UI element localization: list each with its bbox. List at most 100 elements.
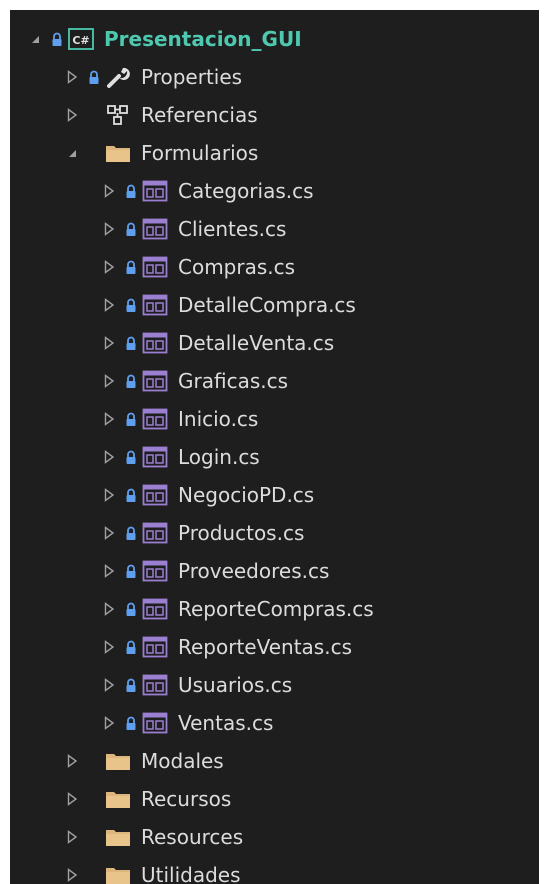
- lock-icon: [124, 221, 138, 237]
- lock-icon: [87, 69, 101, 85]
- tree-item-form-file[interactable]: Categorias.cs: [10, 172, 539, 210]
- collapsed-arrow-icon[interactable]: [65, 792, 79, 806]
- collapsed-arrow-icon[interactable]: [65, 70, 79, 84]
- tree-item-label: ReporteVentas.cs: [178, 635, 353, 659]
- tree-item-project[interactable]: C# Presentacion_GUI: [10, 20, 539, 58]
- tree-item-form-file[interactable]: Usuarios.cs: [10, 666, 539, 704]
- form-icon: [142, 635, 168, 659]
- collapsed-arrow-icon[interactable]: [65, 754, 79, 768]
- form-icon: [142, 597, 168, 621]
- tree-item-form-file[interactable]: Inicio.cs: [10, 400, 539, 438]
- tree-item-referencias[interactable]: Referencias: [10, 96, 539, 134]
- lock-icon: [124, 373, 138, 389]
- lock-icon: [124, 487, 138, 503]
- folder-icon: [105, 787, 131, 811]
- svg-text:C#: C#: [72, 34, 89, 47]
- collapsed-arrow-icon[interactable]: [102, 374, 116, 388]
- csharp-project-icon: C#: [68, 27, 94, 51]
- lock-icon: [124, 525, 138, 541]
- tree-item-label: Productos.cs: [178, 521, 305, 545]
- tree-item-folder-utilidades[interactable]: Utilidades: [10, 856, 539, 884]
- lock-icon: [124, 715, 138, 731]
- tree-item-form-file[interactable]: NegocioPD.cs: [10, 476, 539, 514]
- tree-item-label: Modales: [141, 749, 224, 773]
- collapsed-arrow-icon[interactable]: [102, 602, 116, 616]
- tree-item-form-file[interactable]: Productos.cs: [10, 514, 539, 552]
- tree-item-label: Recursos: [141, 787, 232, 811]
- tree-item-label: Categorias.cs: [178, 179, 314, 203]
- tree-item-form-file[interactable]: Graficas.cs: [10, 362, 539, 400]
- form-icon: [142, 179, 168, 203]
- lock-icon: [124, 297, 138, 313]
- collapsed-arrow-icon[interactable]: [102, 222, 116, 236]
- tree-item-folder-recursos[interactable]: Recursos: [10, 780, 539, 818]
- tree-item-form-file[interactable]: Compras.cs: [10, 248, 539, 286]
- collapsed-arrow-icon[interactable]: [102, 640, 116, 654]
- collapsed-arrow-icon[interactable]: [102, 412, 116, 426]
- lock-icon: [124, 563, 138, 579]
- collapsed-arrow-icon[interactable]: [102, 260, 116, 274]
- tree-item-formularios[interactable]: Formularios: [10, 134, 539, 172]
- tree-item-folder-modales[interactable]: Modales: [10, 742, 539, 780]
- lock-icon: [124, 449, 138, 465]
- collapsed-arrow-icon[interactable]: [102, 526, 116, 540]
- tree-item-folder-resources[interactable]: Resources: [10, 818, 539, 856]
- form-icon: [142, 711, 168, 735]
- tree-item-form-file[interactable]: DetalleCompra.cs: [10, 286, 539, 324]
- form-icon: [142, 559, 168, 583]
- tree-item-label: Clientes.cs: [178, 217, 287, 241]
- form-icon: [142, 217, 168, 241]
- lock-icon: [124, 677, 138, 693]
- lock-icon: [124, 183, 138, 199]
- collapsed-arrow-icon[interactable]: [102, 716, 116, 730]
- folder-icon: [105, 141, 131, 165]
- folder-icon: [105, 863, 131, 884]
- folder-icon: [105, 825, 131, 849]
- form-icon: [142, 407, 168, 431]
- tree-item-label: Properties: [141, 65, 243, 89]
- tree-item-form-file[interactable]: Clientes.cs: [10, 210, 539, 248]
- references-icon: [105, 103, 131, 127]
- lock-icon: [124, 639, 138, 655]
- tree-item-form-file[interactable]: ReporteVentas.cs: [10, 628, 539, 666]
- tree-item-label: Utilidades: [141, 863, 241, 884]
- collapsed-arrow-icon[interactable]: [102, 488, 116, 502]
- collapsed-arrow-icon[interactable]: [65, 108, 79, 122]
- form-icon: [142, 255, 168, 279]
- tree-item-label: Formularios: [141, 141, 259, 165]
- collapsed-arrow-icon[interactable]: [65, 830, 79, 844]
- form-icon: [142, 483, 168, 507]
- tree-item-label: Compras.cs: [178, 255, 296, 279]
- tree-item-label: Graficas.cs: [178, 369, 289, 393]
- tree-item-form-file[interactable]: ReporteCompras.cs: [10, 590, 539, 628]
- collapsed-arrow-icon[interactable]: [102, 336, 116, 350]
- tree-item-form-file[interactable]: Proveedores.cs: [10, 552, 539, 590]
- tree-item-label: Usuarios.cs: [178, 673, 293, 697]
- collapsed-arrow-icon[interactable]: [65, 868, 79, 882]
- form-icon: [142, 445, 168, 469]
- lock-icon: [124, 259, 138, 275]
- collapsed-arrow-icon[interactable]: [102, 450, 116, 464]
- lock-icon: [124, 335, 138, 351]
- lock-icon: [50, 31, 64, 47]
- expanded-arrow-icon[interactable]: [28, 32, 42, 46]
- collapsed-arrow-icon[interactable]: [102, 298, 116, 312]
- tree-item-label: Login.cs: [178, 445, 260, 469]
- tree-item-form-file[interactable]: Ventas.cs: [10, 704, 539, 742]
- form-icon: [142, 331, 168, 355]
- collapsed-arrow-icon[interactable]: [102, 184, 116, 198]
- tree-item-form-file[interactable]: Login.cs: [10, 438, 539, 476]
- tree-item-properties[interactable]: Properties: [10, 58, 539, 96]
- form-icon: [142, 521, 168, 545]
- folder-icon: [105, 749, 131, 773]
- collapsed-arrow-icon[interactable]: [102, 564, 116, 578]
- tree-item-label: Inicio.cs: [178, 407, 259, 431]
- tree-item-label: Proveedores.cs: [178, 559, 330, 583]
- collapsed-arrow-icon[interactable]: [102, 678, 116, 692]
- tree-item-label: ReporteCompras.cs: [178, 597, 374, 621]
- tree-item-label: Ventas.cs: [178, 711, 274, 735]
- lock-icon: [124, 601, 138, 617]
- expanded-arrow-icon[interactable]: [65, 146, 79, 160]
- tree-item-form-file[interactable]: DetalleVenta.cs: [10, 324, 539, 362]
- solution-tree: C# Presentacion_GUI Properties Referencias F…: [10, 20, 539, 884]
